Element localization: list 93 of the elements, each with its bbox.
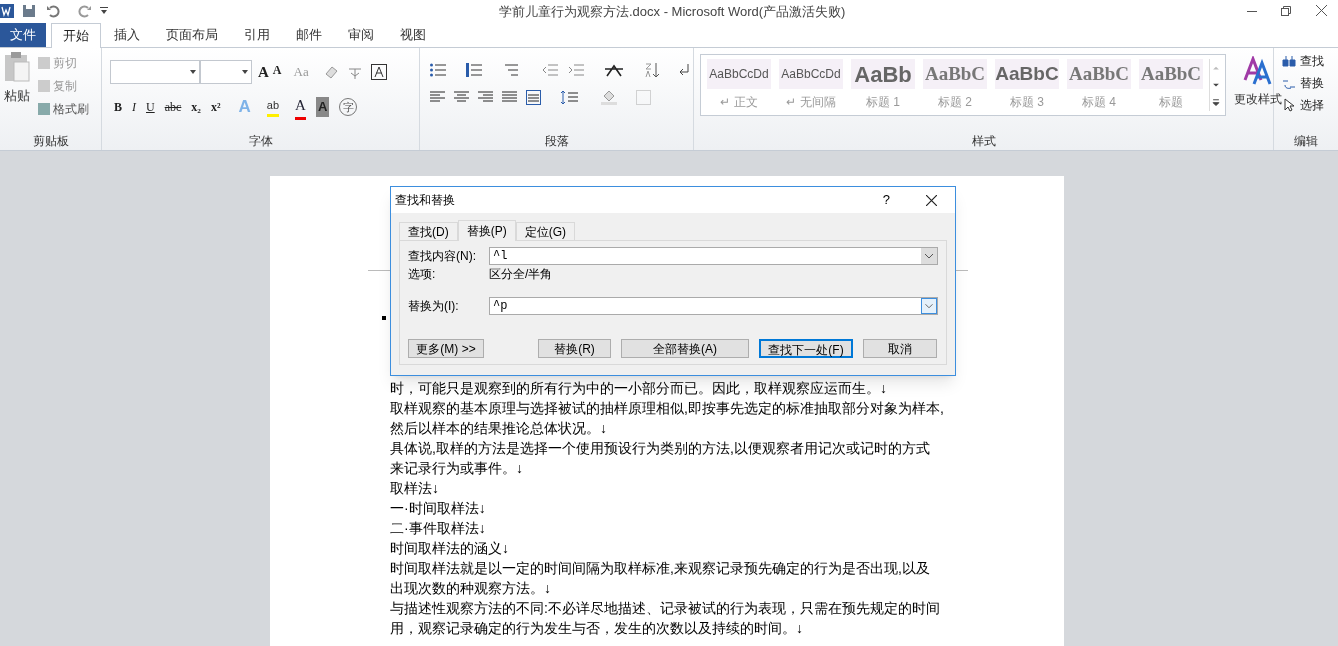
ribbon-tab[interactable]: 开始 (51, 23, 101, 48)
dialog-button[interactable]: 更多(M) >> (408, 339, 484, 358)
subscript-button[interactable]: x₂ (191, 97, 201, 116)
border-letter-icon[interactable] (370, 64, 387, 80)
clipboard-button[interactable]: 格式刷 (38, 100, 89, 118)
save-icon[interactable] (22, 4, 36, 18)
document-line: 时间取样法就是以一定的时间间隔为取样标准,来观察记录预先确定的行为是否出现,以及 (390, 559, 931, 578)
document-line: 出现次数的种观察方法。↓ (390, 579, 552, 598)
group-label: 段落 (544, 133, 569, 150)
document-line: 来记录行为或事件。↓ (390, 459, 524, 478)
decrease-indent-icon[interactable] (542, 63, 558, 77)
group-label: 编辑 (1294, 133, 1318, 150)
file-tab[interactable]: 文件 (0, 23, 46, 47)
binoculars-icon[interactable] (1282, 54, 1296, 68)
multilevel-list-icon[interactable] (502, 63, 518, 77)
increase-indent-icon[interactable] (568, 63, 584, 77)
group-label: 样式 (971, 133, 996, 150)
redo-icon[interactable] (78, 4, 92, 18)
window-title: 学前儿童行为观察方法.docx - Microsoft Word(产品激活失败) (499, 3, 846, 21)
document-line: 用，观察记录确定的行为发生与否，发生的次数以及持续的时间。↓ (390, 619, 804, 638)
document-line: 时，可能只是观察到的所有行为中的一小部分而已。因此，取样观察应运而生。↓ (390, 379, 888, 398)
editing-button[interactable]: 选择 (1282, 96, 1338, 114)
ribbon-tab[interactable]: 视图 (387, 23, 439, 47)
font-size-field[interactable] (200, 60, 252, 84)
dialog-title: 查找和替换 (395, 192, 455, 209)
ribbon-tab[interactable]: 页面布局 (153, 23, 231, 47)
close-icon[interactable] (1316, 5, 1327, 16)
dialog-tab[interactable]: 查找(D) (399, 222, 458, 240)
superscript-button[interactable]: x² (210, 97, 221, 116)
options-value: 区分全/半角 (489, 266, 553, 283)
dropdown-icon[interactable] (242, 70, 248, 74)
dropdown-icon[interactable] (190, 70, 196, 74)
dialog-tab[interactable]: 定位(G) (515, 222, 575, 240)
find-field[interactable]: ^l (489, 247, 938, 265)
underline-button[interactable]: U (146, 97, 155, 116)
field-label: 替换为(I): (408, 298, 460, 315)
align-left-icon[interactable] (430, 91, 445, 104)
paragraph-mark-icon[interactable] (678, 63, 692, 77)
bold-button[interactable]: B (114, 97, 122, 116)
change-styles-button[interactable]: 更改样式 (1234, 90, 1282, 108)
highlight-button[interactable]: ab (266, 97, 280, 117)
clipboard-icon[interactable] (4, 52, 30, 82)
sort-icon[interactable] (644, 62, 660, 78)
field-label: 查找内容(N): (408, 248, 477, 265)
shading-icon[interactable] (601, 90, 617, 105)
bullet-list-icon[interactable] (430, 63, 446, 77)
editing-button[interactable]: 替换 (1282, 74, 1338, 92)
ribbon-tab[interactable]: 邮件 (283, 23, 335, 47)
ribbon-tab[interactable]: 插入 (101, 23, 153, 47)
field-label: 选项: (408, 266, 437, 283)
customize-toolbar-icon[interactable] (100, 7, 108, 15)
document-line: 然后以样本的结果推论总体状况。↓ (390, 419, 608, 438)
numbered-list-icon[interactable] (466, 63, 482, 77)
document-line: 具体说,取样的方法是选择一个使用预设行为类别的方法,以便观察者用记次或记时的方式 (390, 439, 931, 458)
help-button[interactable]: ? (882, 190, 890, 210)
document-line: 取样法↓ (390, 479, 440, 498)
document-line: 与描述性观察方法的不同:不必详尽地描述、记录被试的行为表现，只需在预先规定的时间 (390, 599, 941, 618)
dialog-button[interactable]: 全部替换(A) (621, 339, 749, 358)
paste-button[interactable]: 粘贴 (4, 86, 30, 106)
char-shading-button[interactable]: A (315, 97, 330, 117)
align-right-icon[interactable] (478, 91, 493, 104)
justify-icon[interactable] (502, 91, 517, 104)
grow-font-button[interactable]: A (258, 60, 269, 84)
ribbon-tab[interactable]: 审阅 (335, 23, 387, 47)
dialog-button[interactable]: 查找下一处(F) (759, 339, 853, 358)
document-line: 取样观察的基本原理与选择被试的抽样原理相似,即按事先选定的标准抽取部分对象为样本, (390, 399, 944, 418)
group-label: 剪贴板 (32, 133, 69, 150)
close-icon[interactable] (926, 194, 937, 206)
cursor-icon[interactable] (1282, 98, 1296, 112)
font-name-field[interactable] (110, 60, 200, 84)
strikethrough-button[interactable]: abc (164, 97, 182, 116)
font-color-button[interactable]: A (295, 94, 306, 120)
shrink-font-button[interactable]: A (272, 60, 282, 84)
distributed-icon[interactable] (526, 90, 541, 105)
document-line: 二·事件取样法↓ (390, 519, 487, 538)
undo-icon[interactable] (46, 4, 60, 18)
ribbon-tab[interactable]: 引用 (231, 23, 283, 47)
dialog-tab[interactable]: 替换(P) (457, 220, 516, 241)
change-styles-icon[interactable] (1243, 56, 1273, 86)
dialog-button[interactable]: 替换(R) (538, 339, 611, 358)
align-center-icon[interactable] (454, 91, 469, 104)
group-label: 字体 (248, 133, 273, 150)
dialog-button[interactable]: 取消 (863, 339, 937, 358)
italic-button[interactable]: I (132, 97, 136, 116)
dropdown-icon[interactable] (921, 248, 937, 264)
replace-field[interactable]: ^p (489, 297, 938, 315)
restore-icon[interactable] (1281, 6, 1291, 16)
document-line: 一·时间取样法↓ (390, 499, 487, 518)
word-logo-icon[interactable] (0, 4, 14, 18)
document-line: 时间取样法的涵义↓ (390, 539, 510, 558)
editing-button[interactable]: 查找 (1282, 52, 1338, 70)
line-spacing-icon[interactable] (560, 90, 578, 105)
chinese-layout-icon[interactable] (604, 63, 624, 77)
